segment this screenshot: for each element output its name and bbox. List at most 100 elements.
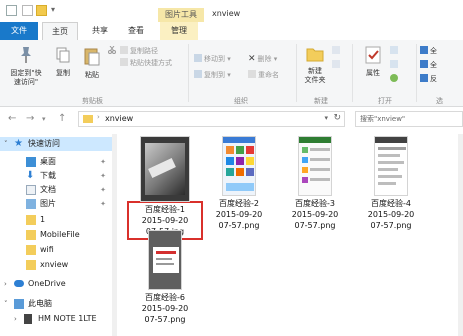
cloud-icon — [14, 280, 24, 287]
rename-label: 重命名 — [258, 71, 279, 79]
file-item[interactable]: 百度经验-3 2015-09-20 07-57.png — [280, 136, 350, 231]
nav-item-label: 1 — [40, 215, 46, 224]
ribbon-separator — [416, 44, 417, 102]
cut-button[interactable] — [108, 45, 118, 56]
nav-this-pc[interactable]: ˅ 此电脑 — [0, 297, 112, 311]
expand-chevron-icon[interactable]: › — [4, 277, 7, 291]
group-clipboard: 剪贴板 — [82, 97, 103, 105]
search-input[interactable]: 搜索"xnview" — [355, 111, 463, 127]
document-icon — [26, 185, 36, 195]
nav-quick-access[interactable]: ˅ ★ 快速访问 — [0, 137, 112, 151]
folder-icon — [26, 230, 36, 240]
edit-button[interactable] — [390, 60, 400, 70]
properties-quick-icon[interactable] — [22, 5, 33, 16]
copy-path-label: 复制路径 — [130, 47, 158, 55]
group-select: 选 — [436, 97, 443, 105]
nav-item-label: 桌面 — [40, 157, 56, 166]
history-button[interactable] — [390, 74, 400, 84]
delete-button[interactable]: ✕ 删除 ▾ — [248, 54, 277, 64]
tab-view[interactable]: 查看 — [120, 22, 152, 40]
ribbon-separator — [352, 44, 353, 102]
copy-label: 复制 — [56, 69, 70, 77]
pin-quick-access-button[interactable]: 固定到"快 速访问" — [4, 46, 48, 87]
select-all-icon — [420, 46, 428, 54]
new-folder-quick-icon[interactable] — [36, 5, 47, 16]
explorer-icon[interactable] — [6, 5, 17, 16]
paste-icon — [79, 46, 105, 69]
nav-item-1[interactable]: 1 — [0, 213, 112, 227]
select-none-button[interactable]: 全 — [420, 60, 437, 70]
thumbnail-phone-screenshot — [222, 136, 256, 196]
nav-item-wifi[interactable]: wifi — [0, 243, 112, 257]
edit-icon — [390, 60, 398, 68]
pin-icon: ✦ — [100, 158, 106, 166]
nav-item-pictures[interactable]: 图片 ✦ — [0, 197, 112, 211]
nav-this-pc-label: 此电脑 — [28, 299, 52, 308]
nav-item-mobilefile[interactable]: MobileFile — [0, 228, 112, 242]
recent-locations-icon[interactable]: ▾ — [42, 115, 46, 123]
nav-onedrive[interactable]: › OneDrive — [0, 277, 112, 291]
ribbon-tabs: 文件 主页 共享 查看 管理 — [0, 22, 463, 41]
paste-button[interactable]: 粘贴 — [79, 46, 105, 80]
copy-to-button[interactable]: 复制到 ▾ — [194, 70, 231, 80]
copy-path-button[interactable]: 复制路径 — [120, 46, 158, 56]
delete-icon: ✕ — [248, 54, 256, 64]
nav-item-documents[interactable]: 文档 ✦ — [0, 183, 112, 197]
copy-button[interactable]: 复制 — [50, 46, 76, 78]
tab-file[interactable]: 文件 — [0, 22, 38, 40]
properties-label: 属性 — [366, 69, 380, 77]
address-dropdown-icon[interactable]: ▾ — [324, 114, 328, 122]
copy-path-icon — [120, 46, 128, 54]
nav-device-label: HM NOTE 1LTE — [38, 314, 97, 323]
file-item[interactable]: 百度经验-2 2015-09-20 07-57.png — [204, 136, 274, 231]
nav-item-desktop[interactable]: 桌面 ✦ — [0, 155, 112, 169]
nav-item-downloads[interactable]: ⬇ 下载 ✦ — [0, 169, 112, 183]
expand-chevron-icon[interactable]: ˅ — [4, 297, 8, 311]
invert-selection-label: 反 — [430, 75, 437, 83]
nav-item-xnview[interactable]: xnview — [0, 258, 112, 272]
folder-icon — [26, 215, 36, 225]
group-open: 打开 — [378, 97, 392, 105]
move-to-label: 移动到 — [204, 55, 225, 63]
invert-selection-button[interactable]: 反 — [420, 74, 437, 84]
new-folder-button[interactable]: 新建 文件夹 — [300, 46, 330, 85]
move-to-icon — [194, 54, 202, 62]
select-all-button[interactable]: 全 — [420, 46, 437, 56]
forward-arrow-icon[interactable]: → — [26, 113, 34, 124]
expand-chevron-icon[interactable]: › — [14, 312, 17, 326]
customize-quick-access-icon[interactable]: ▾ — [51, 5, 55, 14]
nav-scrollbar[interactable] — [112, 134, 117, 336]
open-button[interactable] — [390, 46, 400, 56]
open-icon — [390, 46, 398, 54]
select-none-label: 全 — [430, 61, 437, 69]
new-item-button[interactable] — [332, 46, 342, 56]
expand-chevron-icon[interactable]: ˅ — [4, 137, 8, 151]
back-arrow-icon[interactable]: ← — [8, 113, 16, 124]
address-bar[interactable]: › xnview ▾ ↻ — [78, 111, 345, 127]
rename-button[interactable]: 重命名 — [248, 70, 279, 80]
nav-item-label: MobileFile — [40, 230, 80, 239]
file-list-scrollbar[interactable] — [458, 134, 463, 336]
easy-access-icon — [332, 60, 340, 68]
tab-home[interactable]: 主页 — [42, 22, 78, 41]
file-item[interactable]: 百度经验-1 2015-09-20 07-57.jpg — [127, 136, 203, 240]
up-arrow-icon[interactable]: ↑ — [58, 113, 66, 124]
properties-button[interactable]: 属性 — [358, 46, 388, 78]
file-item[interactable]: 百度经验-6 2015-09-20 07-57.png — [130, 230, 200, 325]
move-to-button[interactable]: 移动到 ▾ — [194, 54, 231, 64]
tab-share[interactable]: 共享 — [84, 22, 116, 40]
nav-device[interactable]: › HM NOTE 1LTE — [0, 312, 112, 326]
refresh-icon[interactable]: ↻ — [333, 113, 341, 123]
breadcrumb-current[interactable]: xnview — [105, 114, 133, 123]
breadcrumb-chevron-icon: › — [97, 113, 100, 121]
pin-icon — [4, 46, 48, 67]
easy-access-button[interactable] — [332, 60, 342, 70]
history-icon — [390, 74, 398, 82]
paste-shortcut-button[interactable]: 粘贴快捷方式 — [120, 58, 172, 68]
file-item[interactable]: 百度经验-4 2015-09-20 07-57.png — [356, 136, 426, 231]
copy-icon — [50, 46, 76, 67]
ribbon: 固定到"快 速访问" 复制 粘贴 复制路径 粘贴快捷方式 剪贴板 移动到 ▾ 复… — [0, 40, 463, 107]
tab-manage[interactable]: 管理 — [160, 22, 198, 40]
paste-shortcut-icon — [120, 58, 128, 66]
checkmark-icon — [358, 46, 388, 67]
